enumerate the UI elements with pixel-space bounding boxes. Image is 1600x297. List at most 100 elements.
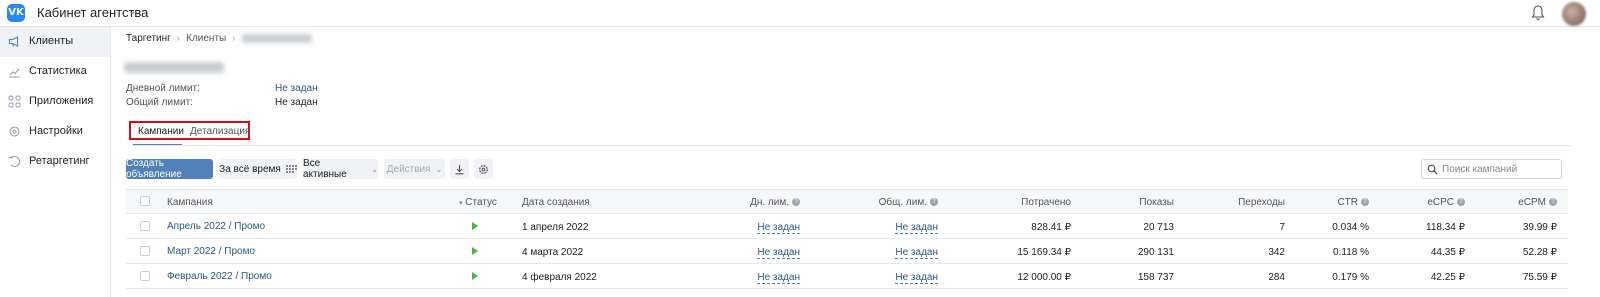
- select-all-checkbox[interactable]: [140, 196, 150, 206]
- ecpc-cell: 42.25 ₽: [1430, 272, 1465, 283]
- row-checkbox[interactable]: [140, 246, 150, 256]
- ecpc-cell: 44.35 ₽: [1430, 247, 1465, 258]
- col-header-daily-limit[interactable]: Дн. лим.?: [720, 197, 800, 208]
- bell-icon[interactable]: [1530, 4, 1546, 22]
- sidebar-item-statistics[interactable]: Статистика: [0, 57, 110, 87]
- total-limit-cell: Не задан: [858, 222, 938, 234]
- client-name-redacted: [124, 62, 224, 73]
- create-ad-button[interactable]: Создать объявление: [126, 158, 213, 180]
- help-icon[interactable]: ?: [792, 198, 800, 207]
- breadcrumb-item-targeting[interactable]: Таргетинг: [126, 33, 171, 44]
- spent-cell: 828.41 ₽: [1031, 222, 1071, 233]
- impressions-cell: 158 737: [1137, 272, 1174, 283]
- megaphone-icon: [8, 36, 19, 47]
- chart-line-icon: [9, 68, 20, 78]
- clicks-cell: 342: [1268, 247, 1285, 258]
- col-header-spent[interactable]: Потрачено: [990, 197, 1071, 208]
- sidebar-item-label: Ретаргетинг: [29, 155, 90, 167]
- total-limit-edit-link[interactable]: Не задан: [895, 272, 938, 284]
- clicks-cell: 284: [1268, 272, 1285, 283]
- total-limit-edit-link[interactable]: Не задан: [895, 222, 938, 234]
- vk-logo[interactable]: VK: [7, 4, 25, 22]
- breadcrumb: Таргетинг › Клиенты ›: [126, 33, 312, 44]
- campaign-name-link[interactable]: Март 2022 / Промо: [167, 246, 255, 257]
- row-checkbox[interactable]: [140, 271, 150, 281]
- download-button[interactable]: [450, 159, 469, 179]
- total-limit-value: Не задан: [275, 97, 318, 108]
- breadcrumb-client-name-redacted: [241, 34, 312, 43]
- chevron-right-icon: ›: [232, 33, 236, 44]
- help-icon[interactable]: ?: [930, 198, 938, 207]
- breadcrumb-item-clients[interactable]: Клиенты: [186, 33, 226, 44]
- gear-icon: [9, 126, 20, 137]
- campaign-name-link[interactable]: Апрель 2022 / Промо: [167, 221, 265, 232]
- col-header-ecpc-label: eCPC: [1427, 197, 1454, 208]
- col-header-created[interactable]: Дата создания: [522, 197, 590, 208]
- col-header-ctr[interactable]: CTR?: [1300, 197, 1369, 208]
- period-select[interactable]: За всё время: [219, 159, 297, 179]
- chevron-down-icon: ⌄: [371, 164, 378, 174]
- avatar[interactable]: [1562, 2, 1586, 26]
- col-header-total-limit[interactable]: Общ. лим.?: [858, 197, 938, 208]
- sidebar-item-apps[interactable]: Приложения: [0, 87, 110, 117]
- campaign-name-link[interactable]: Февраль 2022 / Промо: [167, 271, 272, 282]
- sort-desc-icon: ▾: [459, 200, 463, 207]
- created-date: 4 марта 2022: [522, 247, 584, 258]
- create-ad-label: Создать объявление: [126, 158, 182, 180]
- created-date: 1 апреля 2022: [522, 222, 589, 233]
- col-header-ecpc[interactable]: eCPC?: [1400, 197, 1465, 208]
- daily-limit-edit-link[interactable]: Не задан: [757, 272, 800, 284]
- settings-button[interactable]: [474, 159, 493, 179]
- search-field[interactable]: [1421, 159, 1562, 179]
- col-header-status[interactable]: ▾ Статус: [459, 197, 497, 208]
- chevron-down-icon: ⌄: [435, 164, 443, 174]
- tabs-divider: [132, 145, 1572, 146]
- help-icon[interactable]: ?: [1549, 198, 1557, 207]
- ecpc-cell: 118.34 ₽: [1426, 222, 1465, 233]
- download-icon: [455, 164, 464, 174]
- impressions-cell: 290 131: [1137, 247, 1174, 258]
- sidebar-item-label: Клиенты: [29, 35, 74, 47]
- tab-campaigns[interactable]: Кампании: [138, 126, 184, 137]
- ctr-cell: 0.034 %: [1332, 222, 1369, 233]
- search-icon: [1427, 164, 1438, 175]
- impressions-cell: 20 713: [1143, 222, 1174, 233]
- col-header-ecpm-label: eCPM: [1518, 197, 1546, 208]
- col-header-campaign[interactable]: Кампания: [167, 197, 213, 208]
- play-status-icon[interactable]: [472, 247, 478, 255]
- status-filter-select[interactable]: Все активные ⌄: [303, 158, 378, 180]
- total-limit-label: Общий лимит:: [126, 97, 193, 108]
- sidebar-item-label: Приложения: [29, 95, 94, 107]
- daily-limit-edit-link[interactable]: Не задан: [757, 247, 800, 259]
- top-bar: VK Кабинет агентства ⌄: [0, 0, 1600, 27]
- col-header-impressions[interactable]: Показы: [1100, 197, 1174, 208]
- daily-limit-label: Дневной лимит:: [126, 83, 200, 94]
- play-status-icon[interactable]: [472, 222, 478, 230]
- help-icon[interactable]: ?: [1457, 198, 1465, 207]
- col-header-clicks[interactable]: Переходы: [1210, 197, 1285, 208]
- chevron-down-icon[interactable]: ⌄: [128, 6, 136, 17]
- daily-limit-value[interactable]: Не задан: [275, 83, 318, 94]
- col-header-daily-limit-label: Дн. лим.: [750, 197, 789, 208]
- row-checkbox[interactable]: [140, 221, 150, 231]
- created-date: 4 февраля 2022: [522, 272, 597, 283]
- sidebar-item-retargeting[interactable]: Ретаргетинг: [0, 147, 110, 177]
- col-header-ecpm[interactable]: eCPM?: [1495, 197, 1557, 208]
- play-status-icon[interactable]: [472, 272, 478, 280]
- daily-limit-edit-link[interactable]: Не задан: [757, 222, 800, 234]
- actions-select[interactable]: Действия ⌄: [384, 159, 445, 179]
- ctr-cell: 0.118 %: [1333, 247, 1369, 258]
- spent-cell: 12 000.00 ₽: [1017, 272, 1071, 283]
- sidebar: Клиенты Статистика Приложения Настройки …: [0, 27, 111, 297]
- total-limit-edit-link[interactable]: Не задан: [895, 247, 938, 259]
- sidebar-item-clients[interactable]: Клиенты: [0, 27, 110, 57]
- status-filter-label: Все активные: [303, 158, 347, 180]
- ctr-cell: 0.179 %: [1332, 272, 1369, 283]
- sidebar-item-settings[interactable]: Настройки: [0, 117, 110, 147]
- daily-limit-cell: Не задан: [720, 222, 800, 234]
- search-input[interactable]: [1442, 163, 1556, 176]
- help-icon[interactable]: ?: [1361, 198, 1369, 207]
- gear-icon: [479, 164, 488, 174]
- tab-details[interactable]: Детализация: [190, 126, 250, 137]
- total-limit-cell: Не задан: [858, 247, 938, 259]
